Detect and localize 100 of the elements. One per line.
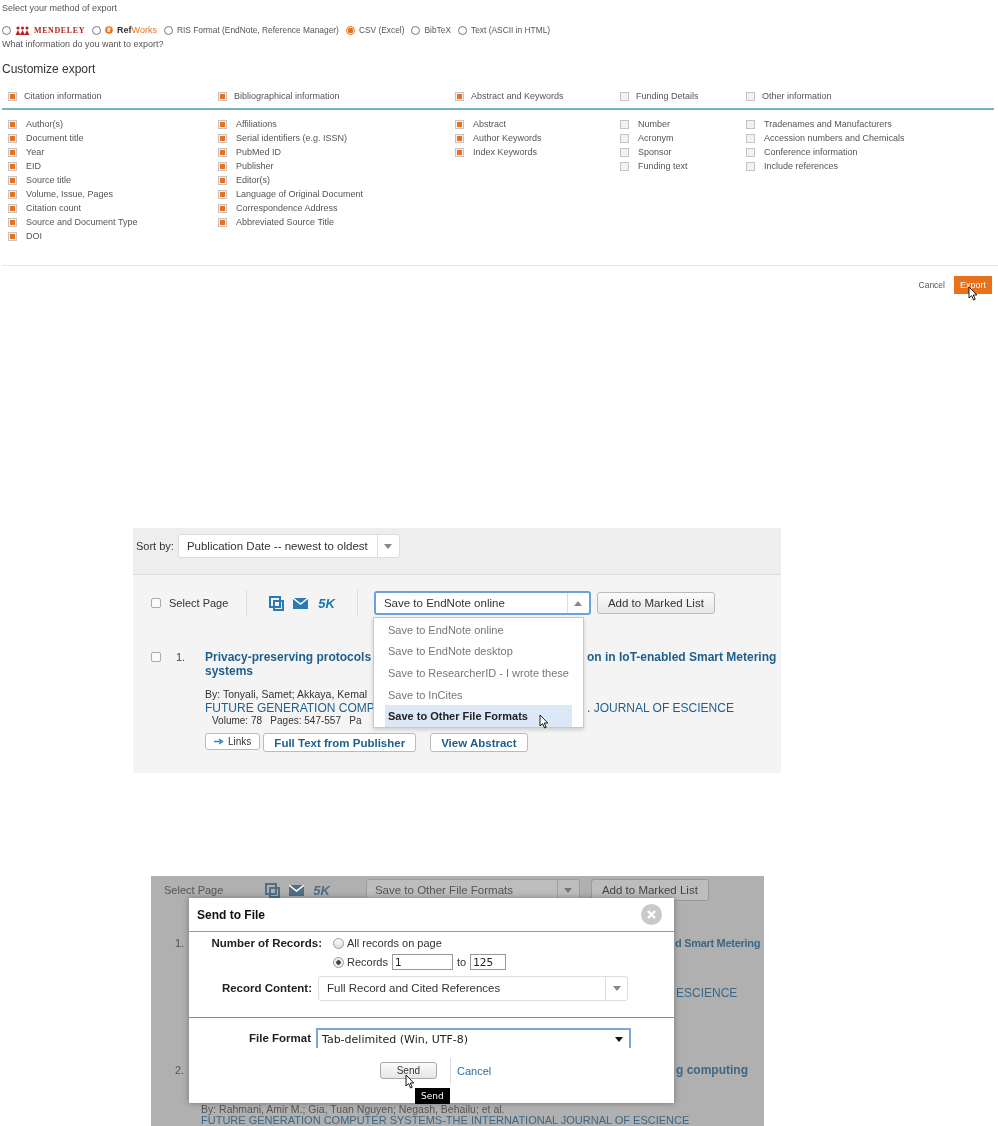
copy-icon[interactable] — [269, 595, 285, 611]
menu-item[interactable]: Save to EndNote desktop — [385, 640, 572, 663]
checkbox[interactable] — [218, 147, 227, 157]
checkbox[interactable] — [620, 133, 629, 143]
menu-item[interactable]: Save to InCites — [385, 683, 572, 706]
checkbox[interactable] — [620, 147, 629, 157]
caret-icon — [564, 887, 573, 893]
result-title[interactable]: systems — [205, 664, 254, 678]
checkbox[interactable] — [8, 91, 17, 101]
export-count-link[interactable]: 5K — [318, 595, 335, 611]
checkbox[interactable] — [620, 161, 629, 171]
checkbox[interactable] — [8, 189, 17, 199]
checkbox[interactable] — [8, 147, 17, 157]
field-label: Funding text — [638, 161, 688, 171]
mail-icon[interactable] — [289, 884, 305, 896]
checkbox[interactable] — [746, 147, 755, 157]
group-label: Abstract and Keywords — [471, 91, 564, 101]
option-label[interactable]: Text (ASCII in HTML) — [471, 25, 551, 35]
radio-button[interactable] — [163, 25, 173, 35]
field-label: Serial identifiers (e.g. ISSN) — [236, 133, 348, 143]
checkbox[interactable] — [746, 91, 755, 101]
option-label[interactable]: Records — [347, 953, 388, 971]
caret-icon — [574, 600, 583, 606]
full-text-button[interactable]: Full Text from Publisher — [263, 733, 417, 752]
checkbox[interactable] — [746, 119, 755, 129]
to-field[interactable]: 125 — [470, 954, 507, 970]
mail-icon[interactable] — [293, 597, 309, 609]
journal-link[interactable]: . JOURNAL OF ESCIENCE — [587, 701, 734, 715]
radio-button[interactable] — [458, 25, 468, 35]
checkbox[interactable] — [455, 147, 464, 157]
checkbox[interactable] — [455, 133, 464, 143]
checkbox[interactable] — [151, 598, 161, 608]
copy-icon[interactable] — [265, 882, 281, 898]
field-label: Author Keywords — [473, 133, 542, 143]
radio-button[interactable] — [333, 956, 344, 968]
content-select[interactable]: Full Record and Cited References — [318, 975, 628, 1001]
arrow-icon — [214, 738, 224, 745]
save-select[interactable]: Save to Other File Formats — [365, 879, 580, 901]
menu-item[interactable]: Save to EndNote online — [385, 619, 572, 641]
to-label: to — [456, 955, 467, 970]
checkbox[interactable] — [620, 91, 629, 101]
menu-item[interactable]: Save to ResearcherID - I wrote these — [385, 662, 572, 684]
checkbox[interactable] — [455, 91, 464, 101]
radio-button[interactable] — [2, 25, 11, 35]
checkbox[interactable] — [455, 119, 464, 129]
links-button[interactable]: Links — [205, 733, 261, 750]
option-label[interactable]: RIS Format (EndNote, Reference Manager) — [176, 25, 339, 35]
result-title[interactable]: Privacy-preserving protocols — [205, 650, 373, 664]
cancel-link[interactable]: Cancel — [918, 280, 945, 290]
checkbox[interactable] — [8, 175, 17, 185]
close-icon[interactable] — [641, 904, 662, 925]
checkbox[interactable] — [8, 133, 17, 143]
menu-item[interactable]: Save to Other File Formats — [385, 705, 572, 727]
field-label: Publisher — [236, 161, 274, 171]
journal-link[interactable]: FUTURE GENERATION COMP — [205, 701, 373, 715]
checkbox[interactable] — [218, 189, 227, 199]
checkbox[interactable] — [746, 161, 755, 171]
checkbox[interactable] — [620, 119, 629, 129]
checkbox[interactable] — [218, 161, 227, 171]
radio-button[interactable] — [92, 25, 102, 35]
checkbox[interactable] — [218, 217, 227, 227]
field-label: Year — [26, 147, 45, 157]
radio-button[interactable] — [333, 937, 344, 949]
checkbox[interactable] — [8, 161, 17, 171]
option-label[interactable]: RefWorks — [117, 25, 157, 35]
content-label: Record Content: — [220, 982, 312, 994]
checkbox[interactable] — [218, 91, 227, 101]
checkbox[interactable] — [218, 175, 227, 185]
field-label: Sponsor — [638, 147, 672, 157]
field-label: Conference information — [764, 147, 858, 157]
option-label[interactable]: MENDELEY — [34, 25, 86, 35]
option-label[interactable]: CSV (Excel) — [358, 25, 405, 35]
field-label: DOI — [26, 231, 42, 241]
add-to-list-button[interactable]: Add to Marked List — [590, 879, 709, 901]
tooltip: Send — [415, 1088, 450, 1104]
cancel-link[interactable]: Cancel — [457, 1064, 492, 1077]
format-select[interactable]: Tab-delimited (Win, UTF-8) — [316, 1028, 631, 1048]
send-button[interactable]: Send — [379, 1062, 438, 1079]
checkbox[interactable] — [218, 133, 227, 143]
save-select[interactable]: Save to EndNote online — [373, 591, 591, 615]
view-abstract-button[interactable]: View Abstract — [430, 733, 528, 752]
checkbox[interactable] — [218, 119, 227, 129]
checkbox[interactable] — [8, 217, 17, 227]
checkbox[interactable] — [8, 231, 17, 241]
radio-button[interactable] — [345, 25, 355, 35]
from-field[interactable]: 1 — [391, 954, 453, 970]
checkbox[interactable] — [151, 652, 161, 662]
field-label: Source title — [26, 175, 72, 185]
sort-select[interactable]: Publication Date -- newest to oldest — [177, 534, 400, 558]
checkbox[interactable] — [746, 133, 755, 143]
radio-button[interactable] — [411, 25, 421, 35]
checkbox[interactable] — [8, 119, 17, 129]
checkbox[interactable] — [8, 203, 17, 213]
add-to-list-button[interactable]: Add to Marked List — [596, 592, 715, 614]
result-title[interactable]: on in IoT-enabled Smart Metering — [587, 650, 777, 664]
option-label[interactable]: All records on page — [347, 934, 442, 952]
checkbox[interactable] — [218, 203, 227, 213]
authors-text: By: Rahmani, Amir M.; Gia, Tuan Nguyen; Negash, Behailu; et al. — [201, 1104, 505, 1115]
option-label[interactable]: BibTeX — [424, 25, 452, 35]
field-label: Include references — [764, 161, 839, 171]
